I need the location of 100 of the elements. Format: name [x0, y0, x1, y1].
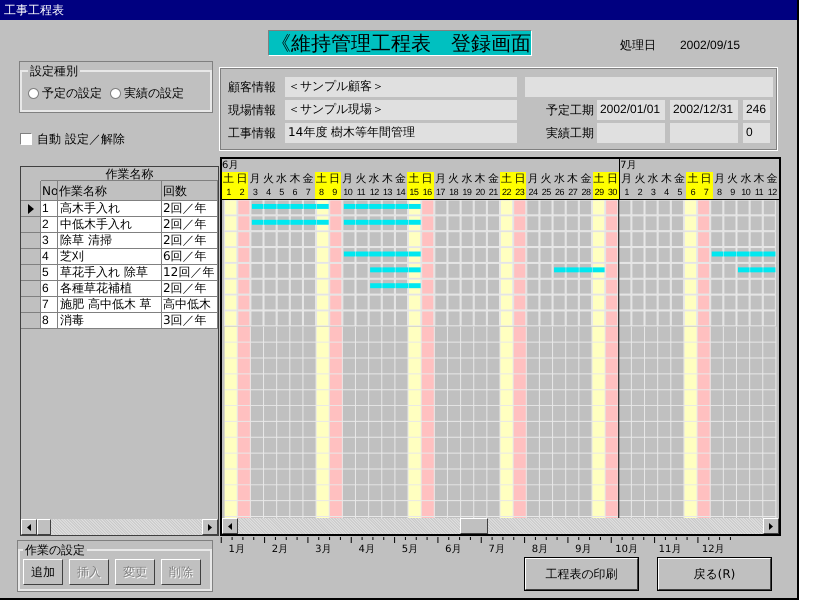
schedule-cell[interactable]: [329, 262, 342, 279]
scheduled-cell[interactable]: [750, 247, 764, 263]
schedule-cell[interactable]: [658, 294, 671, 310]
schedule-cell[interactable]: [578, 294, 592, 310]
schedule-cell[interactable]: [500, 200, 514, 216]
schedule-cell[interactable]: [526, 247, 540, 263]
schedule-cell[interactable]: [552, 294, 566, 310]
schedule-cell[interactable]: [368, 310, 382, 326]
schedule-cell[interactable]: [539, 247, 553, 263]
schedule-cell[interactable]: [513, 200, 526, 216]
schedule-cell[interactable]: [486, 200, 500, 216]
schedule-cell[interactable]: [552, 247, 566, 263]
schedule-cell[interactable]: [447, 200, 461, 216]
schedule-cell[interactable]: [697, 294, 710, 310]
scheduled-cell[interactable]: [276, 200, 290, 216]
schedule-cell[interactable]: [329, 200, 342, 216]
schedule-cell[interactable]: [578, 215, 592, 232]
schedule-cell[interactable]: [605, 231, 618, 248]
schedule-cell[interactable]: [762, 278, 776, 295]
auto-checkbox-option[interactable]: 自動 設定／解除: [20, 130, 220, 148]
schedule-cell[interactable]: [316, 278, 330, 295]
scheduled-cell[interactable]: [408, 247, 422, 263]
schedule-cell[interactable]: [592, 310, 606, 326]
schedule-cell[interactable]: [474, 310, 487, 326]
schedule-cell[interactable]: [276, 262, 290, 279]
schedule-cell[interactable]: [486, 278, 500, 295]
schedule-cell[interactable]: [355, 231, 369, 248]
scroll-left-button[interactable]: [21, 519, 37, 535]
schedule-cell[interactable]: [355, 262, 369, 279]
schedule-cell[interactable]: [644, 231, 658, 248]
scheduled-cell[interactable]: [368, 247, 382, 263]
task-action-button[interactable]: 追加: [23, 559, 63, 585]
schedule-cell[interactable]: [552, 278, 566, 295]
schedule-cell[interactable]: [460, 247, 474, 263]
schedule-cell[interactable]: [605, 247, 618, 263]
schedule-cell[interactable]: [290, 262, 303, 279]
schedule-cell[interactable]: [526, 231, 540, 248]
schedule-cell[interactable]: [276, 310, 290, 326]
schedule-cell[interactable]: [658, 215, 671, 232]
schedule-cell[interactable]: [762, 231, 776, 248]
schedule-cell[interactable]: [382, 294, 395, 310]
schedule-cell[interactable]: [421, 294, 434, 310]
schedule-cell[interactable]: [500, 247, 514, 263]
schedule-cell[interactable]: [500, 310, 514, 326]
schedule-cell[interactable]: [684, 200, 698, 216]
schedule-cell[interactable]: [302, 262, 316, 279]
schedule-cell[interactable]: [526, 262, 540, 279]
schedule-cell[interactable]: [290, 294, 303, 310]
schedule-cell[interactable]: [250, 231, 264, 248]
radio-option[interactable]: 予定の設定: [28, 84, 102, 102]
schedule-cell[interactable]: [408, 294, 422, 310]
schedule-cell[interactable]: [736, 215, 750, 232]
schedule-cell[interactable]: [513, 231, 526, 248]
schedule-cell[interactable]: [237, 231, 250, 248]
schedule-cell[interactable]: [526, 278, 540, 295]
scheduled-cell[interactable]: [302, 215, 317, 232]
schedule-cell[interactable]: [592, 200, 606, 216]
scheduled-cell[interactable]: [736, 262, 750, 279]
schedule-cell[interactable]: [658, 200, 671, 216]
scheduled-cell[interactable]: [382, 262, 396, 279]
schedule-cell[interactable]: [474, 200, 487, 216]
schedule-cell[interactable]: [486, 310, 500, 326]
schedule-cell[interactable]: [644, 262, 658, 279]
schedule-cell[interactable]: [736, 310, 750, 326]
schedule-cell[interactable]: [566, 294, 579, 310]
schedule-cell[interactable]: [697, 215, 710, 232]
scheduled-cell[interactable]: [394, 200, 409, 216]
schedule-cell[interactable]: [750, 310, 763, 326]
scheduled-cell[interactable]: [382, 247, 396, 263]
schedule-cell[interactable]: [552, 310, 566, 326]
schedule-cell[interactable]: [631, 200, 645, 216]
scheduled-cell[interactable]: [394, 215, 409, 232]
schedule-cell[interactable]: [736, 200, 750, 216]
schedule-cell[interactable]: [460, 278, 474, 295]
schedule-cell[interactable]: [264, 294, 277, 310]
scrollbar-thumb[interactable]: [460, 518, 488, 534]
schedule-cell[interactable]: [342, 262, 356, 279]
schedule-cell[interactable]: [329, 294, 342, 310]
schedule-cell[interactable]: [552, 215, 566, 232]
schedule-cell[interactable]: [762, 310, 776, 326]
schedule-cell[interactable]: [592, 215, 606, 232]
schedule-cell[interactable]: [394, 231, 408, 248]
schedule-cell[interactable]: [250, 262, 264, 279]
schedule-cell[interactable]: [658, 262, 671, 279]
schedule-cell[interactable]: [474, 247, 487, 263]
schedule-cell[interactable]: [670, 215, 684, 232]
schedule-cell[interactable]: [710, 200, 724, 216]
schedule-cell[interactable]: [539, 294, 553, 310]
schedule-cell[interactable]: [447, 310, 461, 326]
schedule-cell[interactable]: [264, 231, 277, 248]
schedule-cell[interactable]: [316, 294, 330, 310]
schedule-cell[interactable]: [566, 310, 579, 326]
schedule-cell[interactable]: [434, 310, 448, 326]
schedule-cell[interactable]: [539, 200, 553, 216]
scroll-right-button[interactable]: [763, 518, 779, 534]
schedule-cell[interactable]: [290, 231, 303, 248]
schedule-cell[interactable]: [355, 310, 369, 326]
schedule-cell[interactable]: [460, 310, 474, 326]
schedule-cell[interactable]: [710, 310, 724, 326]
schedule-cell[interactable]: [697, 262, 710, 279]
